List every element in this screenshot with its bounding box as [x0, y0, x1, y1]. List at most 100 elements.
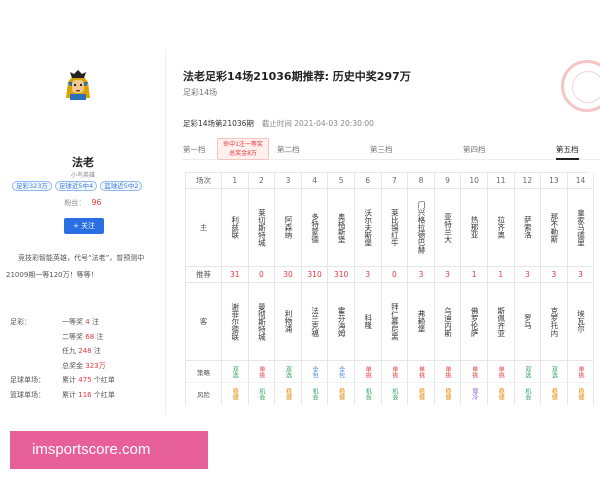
away-team-cell-text: 斯佩齐亚 [496, 306, 506, 337]
match-number-cell: 4 [301, 173, 329, 189]
hit-tooltip-line: 命中1注一等奖 [223, 141, 263, 148]
risk-cell: 稳健 [541, 383, 568, 405]
stat-suffix: 注 [91, 318, 99, 326]
period-label: 足彩14场第21036期 [183, 119, 254, 128]
match-number-cell-text: 12 [522, 176, 533, 185]
follow-button[interactable]: + 关注 [64, 218, 104, 234]
away-team-cell: 拜仁慕尼黑 [381, 283, 409, 361]
strategy-cell-text: 全包 [337, 365, 345, 378]
away-team-cell: 弗赖堡 [408, 283, 435, 361]
match-grid: 场次 1 2 3 4 5 6 7 8 9 10 11 12 13 14 主 利兹联 莱切斯特城 阿森纳 多特蒙德… [185, 172, 595, 405]
risk-cell: 机会 [515, 383, 542, 405]
strategy-cell: 双选 [275, 361, 302, 383]
home-team-cell-text: 奥格斯堡 [337, 212, 347, 243]
match-number-cell: 14 [567, 173, 595, 189]
strategy-cell: 全包 [328, 361, 355, 383]
match-number-cell-text: 8 [418, 176, 424, 185]
match-number-cell-text: 10 [469, 176, 479, 185]
match-number-cell-text: 1 [232, 176, 238, 185]
stat-suffix: 个红单 [93, 376, 115, 384]
risk-cell: 稳健 [568, 383, 595, 405]
away-team-cell: 科隆 [354, 283, 382, 361]
strategy-cell-text: 单挑 [444, 365, 452, 378]
tab-tier-4[interactable]: 第四档 [463, 144, 486, 155]
strategy-cell-text: 双选 [550, 365, 558, 378]
author-panel: 法老 小鸟英雄 足彩323万 足球近5中4 篮球近5中2 粉丝： 96 + 关注 … [0, 50, 166, 415]
risk-cell: 稳健 [435, 383, 462, 405]
risk-cell: 稳健 [328, 383, 355, 405]
recommendation-cell-text: 3 [445, 270, 450, 279]
strategy-cell-text: 双选 [284, 365, 292, 378]
home-team-cell-text: 拉齐奥 [496, 216, 506, 239]
pharaoh-avatar-icon[interactable] [64, 68, 92, 102]
match-number-cell-text: 3 [285, 176, 291, 185]
risk-cell-text: 机会 [311, 388, 319, 400]
risk-cell: 机会 [355, 383, 382, 405]
recommendation-row: 推荐 31 0 30 310 310 3 0 3 3 1 1 3 3 3 [186, 267, 595, 283]
stat-prefix: 一等奖 [62, 318, 83, 326]
home-team-cell: 热那亚 [461, 189, 488, 267]
risk-cell-text: 机会 [257, 388, 265, 400]
strategy-cell-text: 双选 [523, 365, 531, 378]
home-team-cell: 萨索洛 [514, 189, 542, 267]
tier-tabs: 第一档 命中1注一等奖 总奖金8万 第二档 第三档 第四档 第五档 [183, 138, 600, 160]
tab-tier-1[interactable]: 第一档 [183, 144, 206, 155]
stat-suffix: 注 [93, 347, 101, 355]
stat-row: 足彩： 一等奖 4 注 [10, 315, 160, 330]
recommendation-cell-text: 310 [334, 270, 349, 279]
stat-row: 篮球单场： 累计 116 个红单 [10, 388, 160, 403]
tab-tier-5[interactable]: 第五档 [556, 144, 579, 160]
risk-cell-text: 稳健 [231, 388, 239, 400]
risk-cell-text: 稳健 [577, 388, 585, 400]
tag-badge: 足球近5中4 [54, 181, 98, 191]
strategy-cell: 双选 [222, 361, 249, 383]
away-team-cell: 佛罗伦萨 [461, 283, 488, 361]
recommendation-cell-text: 3 [365, 270, 371, 279]
match-number-cell-text: 9 [445, 176, 450, 185]
stat-value: 475 [78, 376, 92, 384]
home-team-cell-text: 阿森纳 [283, 216, 293, 239]
match-number-cell: 1 [222, 173, 249, 189]
match-number-cell: 3 [275, 173, 302, 189]
strategy-cell: 单挑 [354, 361, 382, 383]
deadline-time: 截止时间 2021-04-03 20:30:00 [261, 119, 374, 128]
recommendation-cell-text: 310 [307, 270, 322, 279]
home-team-cell-text: 萨索洛 [523, 216, 533, 239]
strategy-cell-text: 单挑 [470, 365, 478, 378]
row-label-home: 主 [186, 189, 222, 267]
match-number-cell: 12 [514, 173, 542, 189]
tab-tier-2[interactable]: 第二档 [277, 144, 300, 155]
match-number-cell-text: 5 [338, 176, 344, 185]
risk-cell-text: 稳健 [337, 388, 345, 400]
home-team-cell: 多特蒙德 [301, 189, 329, 267]
strategy-cell: 单挑 [487, 361, 515, 383]
away-team-row: 客 谢菲尔德联 曼彻斯特城 利物浦 法兰克福 霍芬海姆 科隆 拜仁慕尼黑 弗赖堡 乌迪内斯 佛罗伦… [186, 283, 595, 361]
away-team-cell: 谢菲尔德联 [222, 283, 249, 361]
strategy-cell-text: 单挑 [417, 365, 425, 378]
stat-prefix: 累计 [62, 376, 76, 384]
author-title: 小鸟英雄 [70, 172, 95, 179]
recommendation-cell: 3 [434, 267, 462, 283]
tab-tier-3[interactable]: 第三档 [370, 144, 393, 155]
strategy-cell-text: 单挑 [364, 365, 372, 378]
row-label-strategy: 策略 [186, 361, 222, 383]
watermark-banner: imsportscore.com [10, 431, 208, 469]
recommendation-cell: 3 [408, 267, 435, 283]
away-team-cell: 罗马 [514, 283, 542, 361]
match-number-cell: 8 [408, 173, 435, 189]
fans-number: 96 [91, 198, 102, 207]
author-tags: 足彩323万 足球近5中4 篮球近5中2 [12, 181, 162, 191]
article-subtitle[interactable]: 足彩14场 [183, 87, 217, 98]
match-number-cell-text: 11 [495, 176, 506, 185]
recommendation-cell: 1 [487, 267, 515, 283]
stat-row: 二等奖 68 注 [10, 330, 160, 345]
away-team-cell: 曼彻斯特城 [248, 283, 276, 361]
risk-cell-text: 博冷 [470, 388, 478, 400]
stat-value: 248 [78, 347, 92, 355]
risk-cell-text: 机会 [390, 388, 398, 400]
match-number-cell: 10 [461, 173, 488, 189]
away-team-cell-text: 谢菲尔德联 [230, 302, 240, 341]
home-team-row: 主 利兹联 莱切斯特城 阿森纳 多特蒙德 奥格斯堡 沃尔夫斯堡 莱比锡红牛 门兴格拉德巴赫 亚特… [186, 189, 595, 267]
author-intro: 竞技彩智能英雄，代号“法老”，曾预测中21009期一等120万！等等！ [6, 254, 145, 279]
away-team-cell-text: 乌迪内斯 [443, 306, 453, 337]
